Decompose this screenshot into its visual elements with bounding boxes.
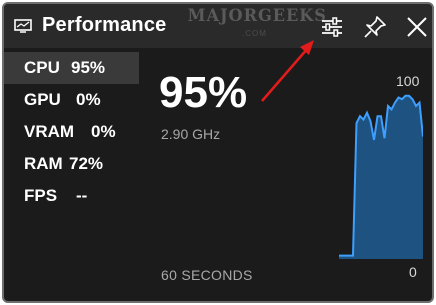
metric-name: GPU bbox=[24, 90, 61, 109]
metric-name: VRAM bbox=[24, 122, 75, 141]
y-axis-max-label: 100 bbox=[396, 73, 420, 89]
metric-cpu[interactable]: CPU 95% bbox=[4, 52, 139, 84]
metric-name: RAM bbox=[24, 154, 63, 173]
metric-value: -- bbox=[76, 186, 88, 205]
title-bar[interactable]: Performance MAJORGEEKS .COM bbox=[4, 4, 432, 48]
metric-value: 0% bbox=[91, 122, 116, 141]
watermark: MAJORGEEKS bbox=[187, 6, 327, 26]
pin-icon[interactable] bbox=[362, 14, 388, 40]
metric-vram[interactable]: VRAM 0% bbox=[4, 116, 139, 148]
settings-sliders-icon[interactable] bbox=[319, 14, 345, 40]
y-axis-min-label: 0 bbox=[409, 264, 417, 280]
cpu-usage-value: 95% bbox=[159, 68, 248, 117]
cpu-frequency: 2.90 GHz bbox=[161, 126, 221, 142]
metric-name: FPS bbox=[24, 186, 58, 205]
metric-value: 72% bbox=[69, 154, 104, 173]
metric-value: 95% bbox=[71, 58, 106, 77]
metric-sidebar: CPU 95% GPU 0% VRAM 0% RAM 72% FPS -- bbox=[4, 52, 139, 212]
window-title: Performance bbox=[42, 14, 167, 36]
metric-name: CPU bbox=[24, 58, 60, 77]
metric-gpu[interactable]: GPU 0% bbox=[4, 84, 139, 116]
metric-fps[interactable]: FPS -- bbox=[4, 180, 139, 212]
cpu-usage-chart bbox=[339, 94, 423, 259]
metric-value: 0% bbox=[76, 90, 101, 109]
metric-ram[interactable]: RAM 72% bbox=[4, 148, 139, 180]
monitor-icon bbox=[14, 19, 32, 33]
performance-widget: Performance MAJORGEEKS .COM CPU 95% GPU … bbox=[2, 2, 434, 303]
watermark-sub: .COM bbox=[242, 29, 267, 38]
close-icon[interactable] bbox=[404, 14, 430, 40]
time-window-label: 60 SECONDS bbox=[161, 267, 253, 283]
